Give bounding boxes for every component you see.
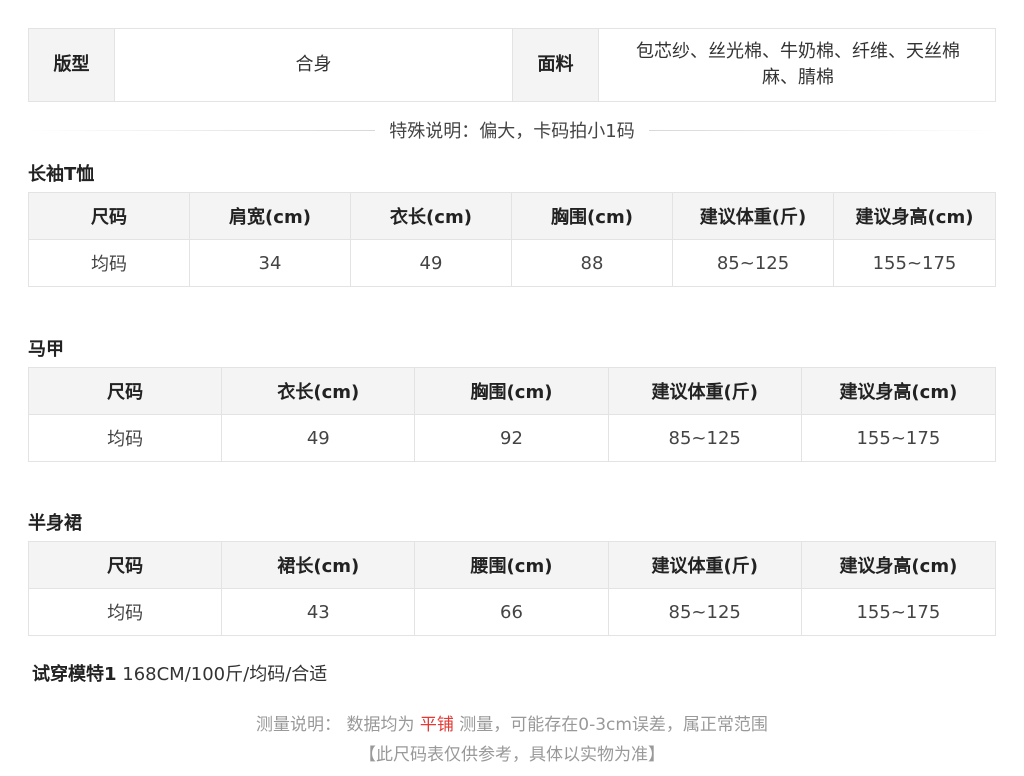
style-label: 版型 [29,29,115,101]
measurement-note-suffix: 测量，可能存在0-3cm误差，属正常范围 [453,715,768,735]
vest-size-table: 尺码 衣长(cm) 胸围(cm) 建议体重(斤) 建议身高(cm) 均码 49 … [28,367,996,462]
header-cell: 衣长(cm) [351,193,512,239]
measurement-note: 测量说明： 数据均为 平铺 测量，可能存在0-3cm误差，属正常范围 [0,710,1024,735]
table-cell: 92 [415,415,609,461]
header-cell: 裙长(cm) [222,542,416,588]
header-cell: 建议体重(斤) [609,368,802,414]
divider-left [28,129,376,131]
header-cell: 胸围(cm) [415,368,609,414]
table-cell: 66 [415,589,609,635]
table-cell: 均码 [29,589,223,635]
size-chart-page: 版型 合身 面料 包芯纱、丝光棉、牛奶棉、纤维、天丝棉 麻、腈棉 特殊说明：偏大… [0,0,1024,776]
table-cell: 均码 [29,240,190,286]
style-fabric-table: 版型 合身 面料 包芯纱、丝光棉、牛奶棉、纤维、天丝棉 麻、腈棉 [28,28,996,102]
divider-right [648,129,997,131]
table-row: 均码 49 92 85~125 155~175 [29,415,995,461]
table-cell: 88 [512,240,673,286]
header-cell: 衣长(cm) [222,368,416,414]
special-note: 特殊说明：偏大，卡码拍小1码 [28,116,997,144]
disclaimer: 【此尺码表仅供参考，具体以实物为准】 [359,745,665,765]
model-info: 试穿模特1 168CM/100斤/均码/合适 [32,660,327,686]
special-note-text: 特殊说明：偏大，卡码拍小1码 [389,121,635,142]
header-cell: 肩宽(cm) [190,193,351,239]
table-cell: 85~125 [673,240,834,286]
skirt-size-table: 尺码 裙长(cm) 腰围(cm) 建议体重(斤) 建议身高(cm) 均码 43 … [28,541,996,636]
fabric-line-1: 包芯纱、丝光棉、牛奶棉、纤维、天丝棉 [636,41,960,62]
section-title-skirt: 半身裙 [28,513,82,534]
table-cell: 49 [351,240,512,286]
model-label: 试穿模特1 [32,664,117,685]
table-cell: 49 [222,415,416,461]
table-cell: 34 [190,240,351,286]
header-cell: 建议身高(cm) [855,207,974,228]
table-header-row: 尺码 肩宽(cm) 衣长(cm) 胸围(cm) 建议体重(斤) 建议身高(cm) [29,193,995,240]
measurement-note-prefix: 测量说明： 数据均为 [256,715,420,735]
style-value: 合身 [115,29,513,101]
model-value: 168CM/100斤/均码/合适 [116,664,328,685]
header-cell: 尺码 [29,542,223,588]
header-cell: 建议身高(cm) [839,556,958,577]
fabric-label: 面料 [513,29,599,101]
table-cell: 85~125 [609,415,802,461]
table-header-row: 尺码 裙长(cm) 腰围(cm) 建议体重(斤) 建议身高(cm) [29,542,995,589]
fabric-line-2: 麻、腈棉 [762,67,834,88]
table-cell: 均码 [29,415,223,461]
header-cell: 建议体重(斤) [673,193,834,239]
table-cell: 85~125 [609,589,802,635]
table-cell: 155~175 [856,427,941,449]
section-title-tshirt: 长袖T恤 [28,164,95,185]
header-cell: 尺码 [29,193,190,239]
table-row: 均码 34 49 88 85~125 155~175 [29,240,995,286]
table-cell: 43 [222,589,416,635]
table-cell: 155~175 [872,252,957,274]
fabric-value: 包芯纱、丝光棉、牛奶棉、纤维、天丝棉 麻、腈棉 [599,29,997,101]
header-cell: 建议身高(cm) [839,382,958,403]
table-cell: 155~175 [856,601,941,623]
header-cell: 尺码 [29,368,223,414]
header-cell: 胸围(cm) [512,193,673,239]
section-title-vest: 马甲 [28,339,64,360]
header-cell: 腰围(cm) [415,542,609,588]
table-header-row: 尺码 衣长(cm) 胸围(cm) 建议体重(斤) 建议身高(cm) [29,368,995,415]
measurement-highlight: 平铺 [419,715,454,735]
header-cell: 建议体重(斤) [609,542,802,588]
tshirt-size-table: 尺码 肩宽(cm) 衣长(cm) 胸围(cm) 建议体重(斤) 建议身高(cm)… [28,192,996,287]
table-row: 均码 43 66 85~125 155~175 [29,589,995,635]
